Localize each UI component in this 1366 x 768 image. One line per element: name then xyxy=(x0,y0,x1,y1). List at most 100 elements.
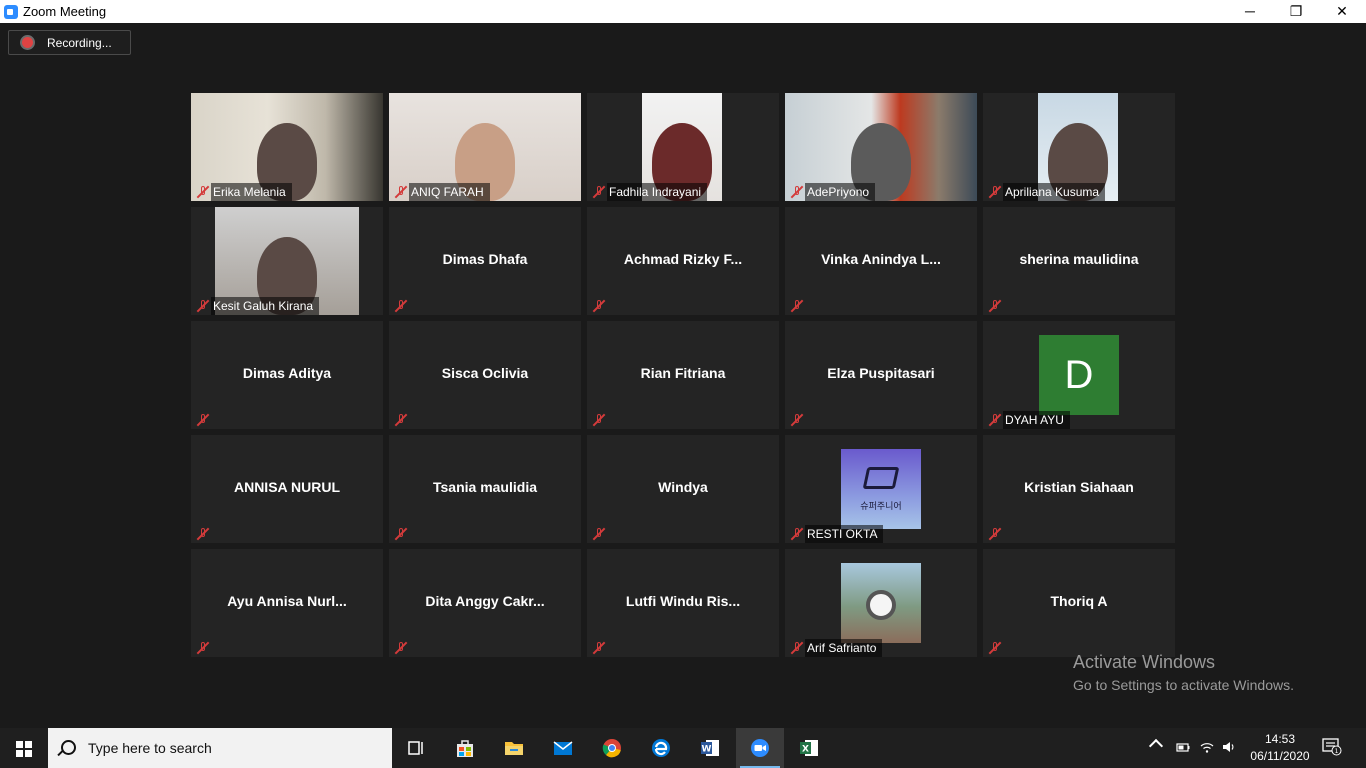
zoom-app-icon xyxy=(4,5,18,19)
muted-mic-icon xyxy=(987,412,1003,428)
muted-mic-icon xyxy=(393,184,409,200)
minimize-button[interactable]: ─ xyxy=(1227,0,1273,23)
participant-footer: ANIQ FARAH xyxy=(389,183,490,201)
muted-mic-icon xyxy=(789,640,805,656)
microsoft-store-button[interactable] xyxy=(441,728,489,768)
participant-footer: Apriliana Kusuma xyxy=(983,183,1106,201)
participant-tile[interactable]: Fadhila Indrayani xyxy=(587,93,779,201)
muted-mic-icon xyxy=(789,184,805,200)
file-explorer-button[interactable] xyxy=(490,728,538,768)
participant-footer xyxy=(389,639,409,657)
muted-mic-icon xyxy=(987,640,1003,656)
clock-date[interactable]: 06/11/2020 xyxy=(1248,749,1312,763)
wifi-icon[interactable] xyxy=(1200,741,1214,753)
participant-name: Dita Anggy Cakr... xyxy=(425,593,545,609)
participant-footer: DYAH AYU xyxy=(983,411,1070,429)
muted-mic-icon xyxy=(789,412,805,428)
participant-tile[interactable]: Ayu Annisa Nurl... xyxy=(191,549,383,657)
participant-name-label: Kesit Galuh Kirana xyxy=(211,297,320,315)
participant-tile[interactable]: Lutfi Windu Ris... xyxy=(587,549,779,657)
participant-name-label: Erika Melania xyxy=(211,183,292,201)
participant-name: Dimas Dhafa xyxy=(442,251,528,267)
participant-name: Sisca Oclivia xyxy=(441,365,529,381)
participant-footer xyxy=(191,525,211,543)
participant-name-label: Fadhila Indrayani xyxy=(607,183,708,201)
participant-footer xyxy=(983,639,1003,657)
muted-mic-icon xyxy=(393,526,409,542)
chrome-button[interactable] xyxy=(588,728,636,768)
participant-tile[interactable]: Dimas Dhafa xyxy=(389,207,581,315)
start-button[interactable] xyxy=(0,728,48,768)
muted-mic-icon xyxy=(393,412,409,428)
word-button[interactable]: W xyxy=(686,728,734,768)
muted-mic-icon xyxy=(591,526,607,542)
taskbar-search-box[interactable]: Type here to search xyxy=(48,728,392,768)
muted-mic-icon xyxy=(789,526,805,542)
participant-footer: Kesit Galuh Kirana xyxy=(191,297,320,315)
participant-footer: Erika Melania xyxy=(191,183,292,201)
show-hidden-icons-icon[interactable] xyxy=(1148,738,1164,754)
recording-label: Recording... xyxy=(47,36,112,50)
windows-logo-icon xyxy=(16,741,32,757)
participant-footer xyxy=(587,411,607,429)
excel-button[interactable]: X xyxy=(785,728,833,768)
participant-tile[interactable]: ANNISA NURUL xyxy=(191,435,383,543)
participant-tile[interactable]: Tsania maulidia xyxy=(389,435,581,543)
gallery-view: Erika Melania ANIQ FARAH Fadhila Indrayani… xyxy=(191,93,1175,657)
zoom-taskbar-button[interactable] xyxy=(736,728,784,768)
folder-icon xyxy=(505,742,523,755)
participant-footer xyxy=(587,639,607,657)
participant-footer xyxy=(389,525,409,543)
battery-icon[interactable] xyxy=(1176,741,1190,753)
participant-tile[interactable]: Elza Puspitasari xyxy=(785,321,977,429)
notification-count: 1 xyxy=(1335,748,1339,755)
restore-button[interactable]: ❐ xyxy=(1273,0,1319,23)
participant-name: Thoriq A xyxy=(1050,593,1108,609)
participant-tile[interactable]: Vinka Anindya L... xyxy=(785,207,977,315)
participant-footer: Fadhila Indrayani xyxy=(587,183,708,201)
participant-tile[interactable]: Sisca Oclivia xyxy=(389,321,581,429)
participant-tile[interactable]: Erika Melania xyxy=(191,93,383,201)
participant-tile[interactable]: D DYAH AYU xyxy=(983,321,1175,429)
task-view-button[interactable] xyxy=(392,728,440,768)
recording-indicator[interactable]: Recording... xyxy=(8,30,131,55)
muted-mic-icon xyxy=(195,412,211,428)
muted-mic-icon xyxy=(987,526,1003,542)
muted-mic-icon xyxy=(987,298,1003,314)
participant-name: Rian Fitriana xyxy=(640,365,726,381)
participant-tile[interactable]: Achmad Rizky F... xyxy=(587,207,779,315)
participant-avatar: D xyxy=(1039,335,1119,415)
participant-tile[interactable]: Apriliana Kusuma xyxy=(983,93,1175,201)
watch-icon xyxy=(866,590,896,620)
participant-tile[interactable]: AdePriyono xyxy=(785,93,977,201)
participant-footer xyxy=(983,525,1003,543)
logo-text: 슈퍼주니어 xyxy=(860,501,902,511)
close-button[interactable]: ✕ xyxy=(1319,0,1365,23)
mail-button[interactable] xyxy=(539,728,587,768)
volume-icon[interactable] xyxy=(1222,741,1236,753)
word-icon: W xyxy=(701,740,719,756)
participant-tile[interactable]: Arif Safrianto xyxy=(785,549,977,657)
participant-tile[interactable]: sherina maulidina xyxy=(983,207,1175,315)
participant-tile[interactable]: Dita Anggy Cakr... xyxy=(389,549,581,657)
window-titlebar: Zoom Meeting ─ ❐ ✕ xyxy=(0,0,1366,23)
participant-tile[interactable]: Dimas Aditya xyxy=(191,321,383,429)
participant-footer xyxy=(191,411,211,429)
clock-time[interactable]: 14:53 xyxy=(1248,732,1312,746)
participant-tile[interactable]: ANIQ FARAH xyxy=(389,93,581,201)
participant-avatar xyxy=(841,563,921,643)
logo-mark-icon xyxy=(862,467,900,489)
participant-tile[interactable]: Rian Fitriana xyxy=(587,321,779,429)
mail-icon xyxy=(553,741,573,755)
participant-tile[interactable]: Thoriq A xyxy=(983,549,1175,657)
edge-button[interactable] xyxy=(637,728,685,768)
notification-center-icon[interactable]: 1 xyxy=(1322,738,1342,756)
participant-tile[interactable]: Kristian Siahaan xyxy=(983,435,1175,543)
participant-tile[interactable]: Windya xyxy=(587,435,779,543)
participant-name: Tsania maulidia xyxy=(433,479,537,495)
participant-tile[interactable]: Kesit Galuh Kirana xyxy=(191,207,383,315)
participant-footer xyxy=(389,411,409,429)
muted-mic-icon xyxy=(789,298,805,314)
participant-name: Ayu Annisa Nurl... xyxy=(227,593,347,609)
participant-tile[interactable]: 슈퍼주니어 RESTI OKTA xyxy=(785,435,977,543)
